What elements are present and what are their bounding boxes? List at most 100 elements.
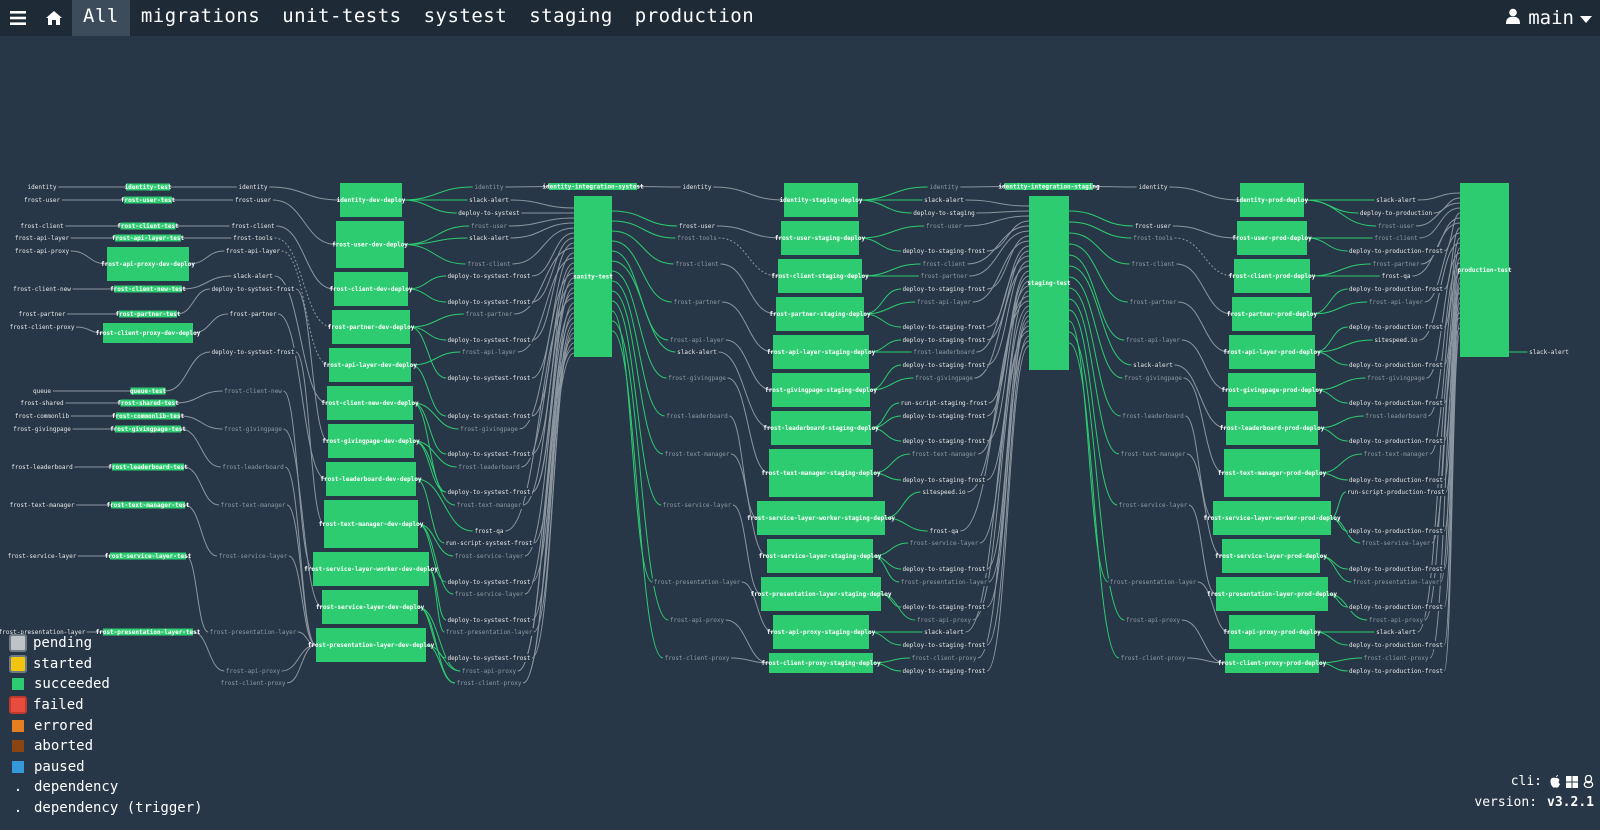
- input-resource-frost-api-proxy[interactable]: frost-api-proxy: [13, 247, 71, 255]
- prod-output-resource-deploy-to-production-frost[interactable]: deploy-to-production-frost: [1347, 641, 1445, 649]
- dev-output-resource-frost-service-layer[interactable]: frost-service-layer: [453, 552, 525, 560]
- staging-output-resource-slack-alert[interactable]: slack-alert: [922, 628, 966, 636]
- test-job-frost-client-new-test[interactable]: frost-client-new-test: [110, 285, 186, 294]
- final-job-production-test[interactable]: production-test: [1457, 183, 1512, 357]
- prod-job-identity-prod-deploy[interactable]: identity-prod-deploy: [1236, 183, 1309, 217]
- staging-output-resource-frost-presentation-layer[interactable]: frost-presentation-layer: [899, 578, 989, 586]
- prod-output-resource-frost-api-proxy[interactable]: frost-api-proxy: [1367, 616, 1425, 624]
- prod-input-resource-frost-text-manager[interactable]: frost-text-manager: [1119, 450, 1187, 458]
- staging-job-frost-client-staging-deploy[interactable]: frost-client-staging-deploy: [771, 259, 869, 293]
- systest-job-sanity-test[interactable]: sanity-test: [573, 196, 613, 357]
- staging-output-resource-frost-qa[interactable]: frost-qa: [927, 527, 961, 535]
- prod-input-resource-frost-service-layer[interactable]: frost-service-layer: [1117, 501, 1189, 509]
- dev-input-resource-frost-givingpage[interactable]: frost-givingpage: [222, 425, 284, 433]
- staging-output-resource-deploy-to-staging-frost[interactable]: deploy-to-staging-frost: [901, 641, 987, 649]
- dev-input-resource-identity[interactable]: identity: [236, 183, 270, 191]
- dev-input-resource-frost-user[interactable]: frost-user: [233, 196, 273, 204]
- staging-output-resource-deploy-to-staging-frost[interactable]: deploy-to-staging-frost: [901, 247, 987, 255]
- dev-output-resource-frost-user[interactable]: frost-user: [469, 222, 509, 230]
- staging-output-resource-deploy-to-staging-frost[interactable]: deploy-to-staging-frost: [901, 603, 987, 611]
- prod-output-resource-deploy-to-production-frost[interactable]: deploy-to-production-frost: [1347, 399, 1445, 407]
- tab-staging[interactable]: staging: [518, 0, 624, 36]
- dev-output-resource-slack-alert[interactable]: slack-alert: [467, 196, 511, 204]
- test-job-frost-api-proxy-dev-deploy[interactable]: frost-api-proxy-dev-deploy: [101, 247, 195, 281]
- input-resource-frost-client-proxy[interactable]: frost-client-proxy: [8, 323, 76, 331]
- dev-input-resource-frost-api-proxy[interactable]: frost-api-proxy: [224, 667, 282, 675]
- prod-output-resource-deploy-to-production-frost[interactable]: deploy-to-production-frost: [1347, 527, 1445, 535]
- test-job-frost-commonlib-test[interactable]: frost-commonlib-test: [112, 412, 185, 421]
- final-output-resource-slack-alert[interactable]: slack-alert: [1527, 348, 1571, 356]
- staging-test-job-identity-integration-staging[interactable]: identity-integration-staging: [998, 183, 1100, 191]
- prod-output-resource-deploy-to-production-frost[interactable]: deploy-to-production-frost: [1347, 323, 1445, 331]
- prod-input-resource-frost-api-proxy[interactable]: frost-api-proxy: [1124, 616, 1182, 624]
- prod-output-resource-deploy-to-production-frost[interactable]: deploy-to-production-frost: [1347, 361, 1445, 369]
- staging-output-resource-deploy-to-staging-frost[interactable]: deploy-to-staging-frost: [901, 437, 987, 445]
- tab-production[interactable]: production: [624, 0, 765, 36]
- staging-job-frost-presentation-layer-staging-deploy[interactable]: frost-presentation-layer-staging-deploy: [751, 577, 892, 611]
- input-resource-frost-user[interactable]: frost-user: [22, 196, 62, 204]
- staging-output-resource-frost-api-proxy[interactable]: frost-api-proxy: [915, 616, 973, 624]
- prod-output-resource-frost-user[interactable]: frost-user: [1376, 222, 1416, 230]
- staging-input-resource-frost-user[interactable]: frost-user: [677, 222, 717, 230]
- input-resource-frost-commonlib[interactable]: frost-commonlib: [13, 412, 71, 420]
- prod-output-resource-frost-client[interactable]: frost-client: [1372, 234, 1420, 242]
- staging-job-frost-client-proxy-staging-deploy[interactable]: frost-client-proxy-staging-deploy: [761, 653, 881, 673]
- systest-job-identity-integration-systest[interactable]: identity-integration-systest: [542, 183, 644, 191]
- staging-job-frost-leaderboard-staging-deploy[interactable]: frost-leaderboard-staging-deploy: [763, 411, 879, 445]
- staging-output-resource-deploy-to-staging-frost[interactable]: deploy-to-staging-frost: [901, 285, 987, 293]
- dev-output-resource-deploy-to-systest-frost[interactable]: deploy-to-systest-frost: [446, 616, 532, 624]
- dev-output-resource-deploy-to-systest-frost[interactable]: deploy-to-systest-frost: [446, 412, 532, 420]
- prod-output-resource-frost-givingpage[interactable]: frost-givingpage: [1365, 374, 1427, 382]
- dev-output-resource-deploy-to-systest-frost[interactable]: deploy-to-systest-frost: [446, 374, 532, 382]
- dev-output-resource-slack-alert[interactable]: slack-alert: [467, 234, 511, 242]
- staging-job-frost-givingpage-staging-deploy[interactable]: frost-givingpage-staging-deploy: [765, 373, 877, 407]
- test-job-frost-leaderboard-test[interactable]: frost-leaderboard-test: [108, 463, 188, 472]
- dev-output-resource-frost-qa[interactable]: frost-qa: [472, 527, 506, 535]
- prod-output-resource-frost-presentation-layer[interactable]: frost-presentation-layer: [1351, 578, 1441, 586]
- test-job-queue-test[interactable]: queue-test: [130, 387, 167, 396]
- dev-output-resource-deploy-to-systest-frost[interactable]: deploy-to-systest-frost: [446, 450, 532, 458]
- dev-output-resource-frost-api-proxy[interactable]: frost-api-proxy: [460, 667, 518, 675]
- test-job-frost-text-manager-test[interactable]: frost-text-manager-test: [106, 501, 190, 510]
- staging-job-identity-staging-deploy[interactable]: identity-staging-deploy: [779, 183, 863, 217]
- linux-icon[interactable]: [1583, 775, 1594, 788]
- prod-output-resource-deploy-to-production[interactable]: deploy-to-production: [1358, 209, 1434, 217]
- user-menu[interactable]: main: [1506, 0, 1592, 36]
- input-resource-frost-service-layer[interactable]: frost-service-layer: [6, 552, 78, 560]
- test-job-frost-api-layer-test[interactable]: frost-api-layer-test: [112, 234, 185, 243]
- prod-output-resource-deploy-to-production-frost[interactable]: deploy-to-production-frost: [1347, 603, 1445, 611]
- staging-output-resource-sitespeed-io[interactable]: sitespeed.io: [920, 488, 968, 496]
- test-job-frost-client-test[interactable]: frost-client-test: [117, 222, 179, 231]
- prod-input-resource-frost-client-proxy[interactable]: frost-client-proxy: [1119, 654, 1187, 662]
- staging-output-resource-frost-givingpage[interactable]: frost-givingpage: [913, 374, 975, 382]
- dev-output-resource-identity[interactable]: identity: [472, 183, 506, 191]
- dev-job-frost-api-layer-dev-deploy[interactable]: frost-api-layer-dev-deploy: [323, 348, 417, 382]
- dev-job-identity-dev-deploy[interactable]: identity-dev-deploy: [337, 183, 406, 217]
- input-resource-frost-text-manager[interactable]: frost-text-manager: [8, 501, 76, 509]
- dev-input-resource-frost-client-new[interactable]: frost-client-new: [222, 387, 284, 395]
- dev-output-resource-deploy-to-systest-frost[interactable]: deploy-to-systest-frost: [446, 336, 532, 344]
- prod-job-frost-api-proxy-prod-deploy[interactable]: frost-api-proxy-prod-deploy: [1223, 615, 1321, 649]
- staging-output-resource-deploy-to-staging-frost[interactable]: deploy-to-staging-frost: [901, 565, 987, 573]
- dev-output-resource-frost-client[interactable]: frost-client: [465, 260, 513, 268]
- prod-job-frost-service-layer-worker-prod-deploy[interactable]: frost-service-layer-worker-prod-deploy: [1203, 501, 1341, 535]
- test-job-frost-shared-test[interactable]: frost-shared-test: [117, 399, 179, 408]
- staging-job-frost-service-layer-staging-deploy[interactable]: frost-service-layer-staging-deploy: [759, 539, 882, 573]
- input-resource-frost-client-new[interactable]: frost-client-new: [11, 285, 73, 293]
- dev-output-resource-deploy-to-systest-frost[interactable]: deploy-to-systest-frost: [446, 578, 532, 586]
- dev-output-resource-frost-leaderboard[interactable]: frost-leaderboard: [456, 463, 522, 471]
- prod-job-frost-presentation-layer-prod-deploy[interactable]: frost-presentation-layer-prod-deploy: [1207, 577, 1337, 611]
- dev-output-resource-frost-presentation-layer[interactable]: frost-presentation-layer: [444, 628, 534, 636]
- staging-input-resource-frost-text-manager[interactable]: frost-text-manager: [663, 450, 731, 458]
- prod-output-resource-run-script-production-frost[interactable]: run-script-production-frost: [1346, 488, 1446, 496]
- tab-systest[interactable]: systest: [413, 0, 519, 36]
- prod-input-resource-frost-partner[interactable]: frost-partner: [1127, 298, 1179, 306]
- prod-input-resource-frost-client[interactable]: frost-client: [1129, 260, 1177, 268]
- apple-icon[interactable]: [1550, 775, 1561, 788]
- staging-output-resource-frost-client-proxy[interactable]: frost-client-proxy: [910, 654, 978, 662]
- prod-input-resource-frost-tools[interactable]: frost-tools: [1131, 234, 1175, 242]
- dev-job-frost-leaderboard-dev-deploy[interactable]: frost-leaderboard-dev-deploy: [320, 462, 422, 496]
- staging-output-resource-deploy-to-staging-frost[interactable]: deploy-to-staging-frost: [901, 361, 987, 369]
- staging-output-resource-frost-client[interactable]: frost-client: [920, 260, 968, 268]
- dev-input-resource-frost-leaderboard[interactable]: frost-leaderboard: [220, 463, 286, 471]
